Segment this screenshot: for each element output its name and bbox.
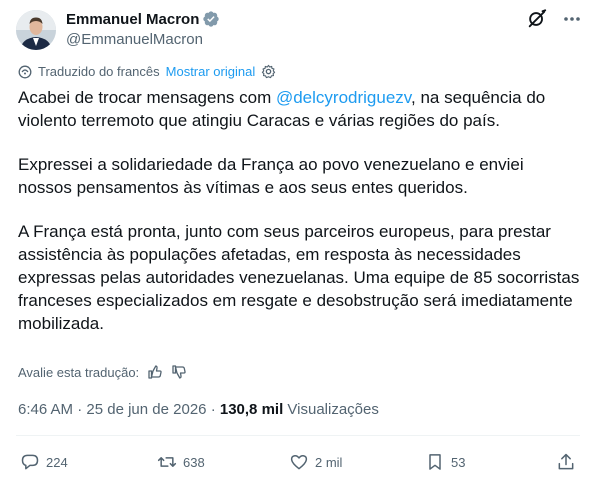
post-text: Acabei de trocar mensagens com @delcyrod… [18, 86, 580, 356]
post-header: Emmanuel Macron @EmmanuelMacron [16, 8, 582, 52]
share-icon [558, 453, 574, 470]
like-count: 2 mil [315, 454, 343, 470]
meta-separator: · [73, 401, 87, 418]
post-date[interactable]: 25 de jun de 2026 [86, 401, 206, 418]
translation-notice: Traduzido do francês Mostrar original [18, 64, 276, 79]
header-actions [526, 8, 582, 30]
bookmark-icon [429, 454, 441, 470]
reply-icon [21, 454, 39, 470]
more-options-icon[interactable] [562, 9, 582, 29]
share-button[interactable] [556, 452, 582, 472]
translate-globe-icon [18, 65, 32, 79]
author-display-name[interactable]: Emmanuel Macron [66, 11, 199, 28]
reply-count: 224 [46, 454, 68, 470]
bookmark-button[interactable]: 53 [425, 452, 465, 472]
author-names: Emmanuel Macron @EmmanuelMacron [66, 9, 220, 48]
divider [16, 435, 580, 436]
avatar[interactable] [16, 10, 56, 50]
repost-count: 638 [183, 454, 205, 470]
post-paragraph-1: Acabei de trocar mensagens com @delcyrod… [18, 86, 580, 132]
mention-link[interactable]: @delcyrodriguezv [276, 88, 411, 107]
author-handle[interactable]: @EmmanuelMacron [66, 31, 220, 48]
bookmark-count: 53 [451, 454, 466, 470]
post-metadata: 6:46 AM · 25 de jun de 2026 · 130,8 mil … [18, 401, 379, 418]
translation-settings-icon[interactable] [261, 64, 276, 79]
grok-icon[interactable] [526, 8, 548, 30]
views-label: Visualizações [287, 401, 379, 418]
translated-from-label: Traduzido do francês [38, 64, 160, 79]
reply-button[interactable]: 224 [20, 452, 68, 472]
views-count[interactable]: 130,8 mil [220, 401, 283, 418]
repost-icon [157, 457, 177, 467]
heart-icon [290, 454, 308, 470]
thumbs-down-icon[interactable] [171, 364, 187, 380]
post-paragraph-2: Expressei a solidariedade da França ao p… [18, 155, 524, 197]
post-paragraph-3: A França está pronta, junto com seus par… [18, 222, 580, 333]
post-time[interactable]: 6:46 AM [18, 401, 73, 418]
show-original-link[interactable]: Mostrar original [166, 64, 256, 79]
verified-badge-icon[interactable] [202, 10, 220, 28]
post-text-segment: Acabei de trocar mensagens com [18, 88, 276, 107]
meta-separator: · [210, 401, 220, 418]
rate-translation-label: Avalie esta tradução: [18, 364, 140, 380]
post-actions: 224 638 2 mil 53 [18, 452, 578, 474]
rate-translation-row: Avalie esta tradução: [18, 364, 187, 380]
thumbs-up-icon[interactable] [147, 364, 163, 380]
repost-button[interactable]: 638 [157, 452, 205, 472]
like-button[interactable]: 2 mil [289, 452, 342, 472]
